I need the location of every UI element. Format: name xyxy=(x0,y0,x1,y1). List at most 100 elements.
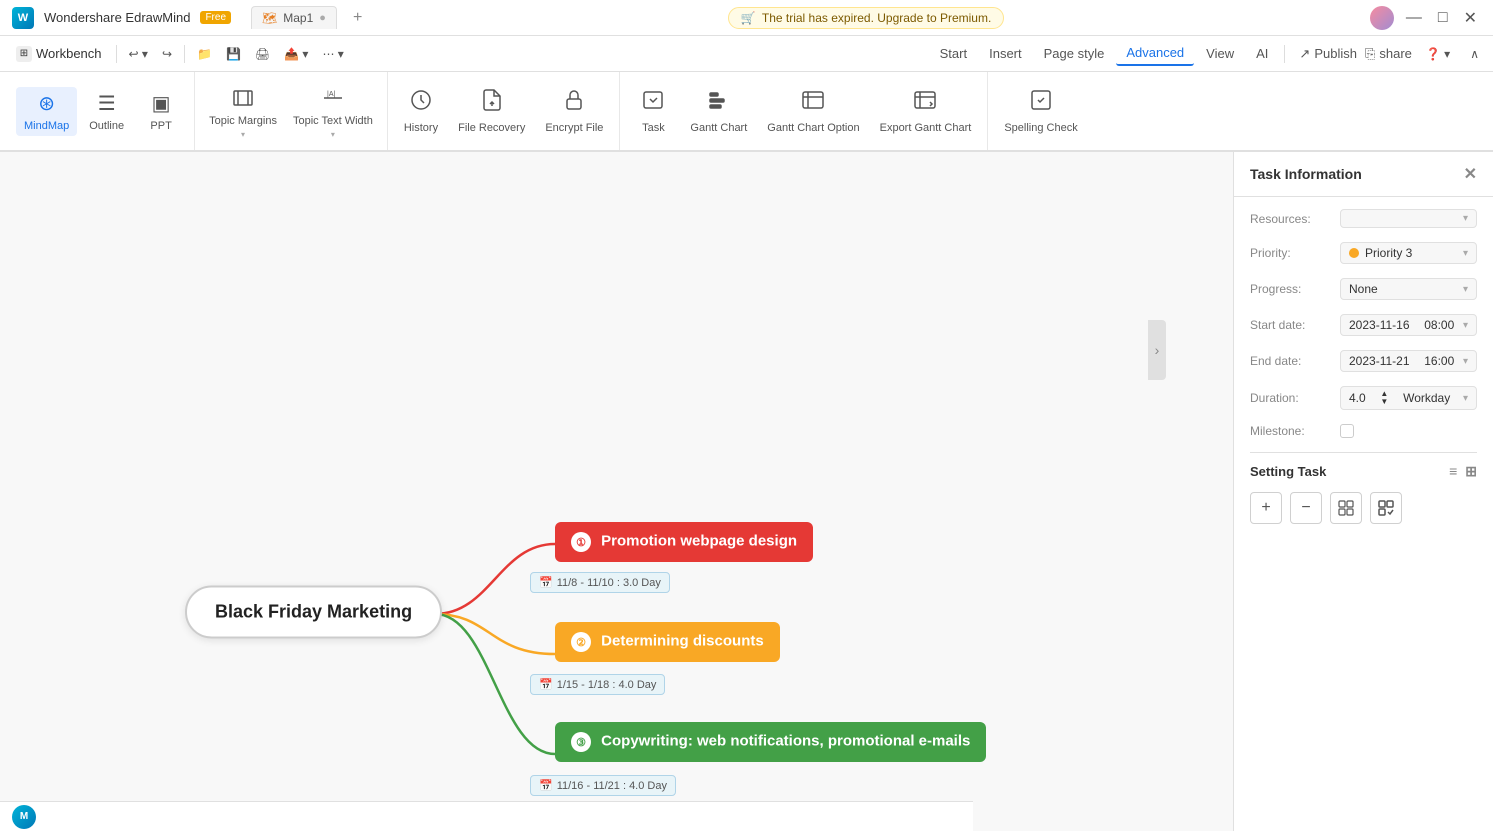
export-gantt-chart-label: Export Gantt Chart xyxy=(880,122,972,134)
task-date-label-1: 11/8 - 11/10 : 3.0 Day xyxy=(557,577,661,589)
priority-value[interactable]: Priority 3 ▾ xyxy=(1340,242,1477,264)
setting-task-add-btn[interactable]: + xyxy=(1250,492,1282,524)
more-btn[interactable]: ⋯ ▾ xyxy=(316,44,349,64)
task-label-3: Copywriting: web notifications, promotio… xyxy=(601,733,970,750)
priority-chevron: ▾ xyxy=(1463,248,1468,259)
gantt-chart-option-btn[interactable]: Gantt Chart Option xyxy=(759,84,867,138)
close-btn[interactable]: ✕ xyxy=(1460,8,1481,28)
minimize-btn[interactable]: — xyxy=(1402,9,1426,27)
panel-divider xyxy=(1250,452,1477,453)
setting-task-grid-btn[interactable] xyxy=(1330,492,1362,524)
resources-chevron: ▾ xyxy=(1463,213,1468,224)
task-label-2: Determining discounts xyxy=(601,633,764,650)
duration-value[interactable]: 4.0 ▲ ▼ Workday ▾ xyxy=(1340,386,1477,410)
print-btn[interactable]: 🖨 xyxy=(249,44,276,64)
tab-close-btn[interactable]: ● xyxy=(319,12,326,24)
milestone-label: Milestone: xyxy=(1250,424,1340,438)
file-ops-group: History File Recovery Encrypt File xyxy=(388,72,621,150)
task-node-2[interactable]: ② Determining discounts xyxy=(555,622,780,662)
end-date-label: End date: xyxy=(1250,354,1340,368)
bottom-bar: M xyxy=(0,801,973,831)
nav-advanced[interactable]: Advanced xyxy=(1116,41,1194,66)
resources-label: Resources: xyxy=(1250,212,1340,226)
view-mode-group: ⊛ MindMap ☰ Outline ▣ PPT xyxy=(8,72,195,150)
central-node[interactable]: Black Friday Marketing xyxy=(185,586,442,639)
help-btn[interactable]: ❓ ▾ xyxy=(1420,44,1456,64)
maximize-btn[interactable]: □ xyxy=(1434,9,1452,27)
setting-task-remove-btn[interactable]: − xyxy=(1290,492,1322,524)
topic-margins-label: Topic Margins xyxy=(209,115,277,127)
task-label-1: Promotion webpage design xyxy=(601,533,797,550)
workbench-btn[interactable]: ⊞ Workbench xyxy=(8,42,110,66)
resources-row: Resources: ▾ xyxy=(1250,209,1477,228)
file-recovery-label: File Recovery xyxy=(458,122,525,134)
task-node-1[interactable]: ① Promotion webpage design xyxy=(555,522,813,562)
history-btn[interactable]: History xyxy=(396,84,446,138)
encrypt-file-label: Encrypt File xyxy=(545,122,603,134)
file-recovery-btn[interactable]: File Recovery xyxy=(450,84,533,138)
calendar-icon-1: 📅 xyxy=(539,576,553,589)
start-date-chevron: ▾ xyxy=(1463,320,1468,331)
topic-margins-btn[interactable]: Topic Margins ▾ xyxy=(203,80,283,143)
title-bar: W Wondershare EdrawMind Free 🗺 Map1 ● + … xyxy=(0,0,1493,36)
gantt-chart-option-icon xyxy=(801,88,825,118)
duration-row: Duration: 4.0 ▲ ▼ Workday ▾ xyxy=(1250,386,1477,410)
nav-page-style[interactable]: Page style xyxy=(1034,42,1115,65)
nav-insert[interactable]: Insert xyxy=(979,42,1032,65)
resources-value[interactable]: ▾ xyxy=(1340,209,1477,228)
undo-btn[interactable]: ↩ ▾ xyxy=(123,44,154,64)
trial-banner[interactable]: 🛒 The trial has expired. Upgrade to Prem… xyxy=(728,7,1004,29)
publish-btn[interactable]: ↗ Publish xyxy=(1299,46,1357,62)
topic-margins-icon xyxy=(229,84,257,112)
calendar-icon-2: 📅 xyxy=(539,678,553,691)
mindmap-btn[interactable]: ⊛ MindMap xyxy=(16,87,77,136)
milestone-checkbox[interactable] xyxy=(1340,424,1354,438)
start-date-value[interactable]: 2023-11-16 08:00 ▾ xyxy=(1340,314,1477,336)
history-label: History xyxy=(404,122,438,134)
collapse-panel-btn[interactable]: › xyxy=(1148,320,1166,380)
redo-btn[interactable]: ↪ xyxy=(156,44,178,64)
save-btn[interactable]: 💾 xyxy=(220,44,247,64)
collapse-ribbon-btn[interactable]: ∧ xyxy=(1464,44,1485,64)
nav-view[interactable]: View xyxy=(1196,42,1244,65)
spelling-group: Spelling Check xyxy=(988,72,1093,150)
map-tab[interactable]: 🗺 Map1 ● xyxy=(251,6,337,29)
topic-text-width-icon: |A| xyxy=(319,84,347,112)
ppt-btn[interactable]: ▣ PPT xyxy=(136,87,186,136)
share-btn[interactable]: ⎘ share xyxy=(1365,46,1412,62)
encrypt-file-btn[interactable]: Encrypt File xyxy=(537,84,611,138)
progress-value[interactable]: None ▾ xyxy=(1340,278,1477,300)
setting-task-icon-2[interactable]: ⊞ xyxy=(1465,463,1477,480)
gantt-group: Task Gantt Chart Gantt Chart Option xyxy=(620,72,988,150)
gantt-chart-icon xyxy=(707,88,731,118)
task-node-3[interactable]: ③ Copywriting: web notifications, promot… xyxy=(555,722,986,762)
setting-task-section: Setting Task ≡ ⊞ xyxy=(1250,463,1477,480)
nav-start[interactable]: Start xyxy=(930,42,977,65)
export-btn[interactable]: 📤 ▾ xyxy=(278,44,314,64)
panel-body: Resources: ▾ Priority: Priority 3 ▾ xyxy=(1234,197,1493,831)
svg-text:|A|: |A| xyxy=(327,91,335,98)
open-btn[interactable]: 📁 xyxy=(191,44,218,64)
gantt-chart-btn[interactable]: Gantt Chart xyxy=(682,84,755,138)
user-avatar[interactable] xyxy=(1370,6,1394,30)
canvas[interactable]: Black Friday Marketing ① Promotion webpa… xyxy=(0,152,1233,831)
tab-name: Map1 xyxy=(283,11,313,25)
outline-btn[interactable]: ☰ Outline xyxy=(81,87,132,136)
setting-task-icon-1[interactable]: ≡ xyxy=(1449,463,1457,480)
calendar-icon-3: 📅 xyxy=(539,779,553,792)
duration-label: Duration: xyxy=(1250,391,1340,405)
topic-text-width-btn[interactable]: |A| Topic Text Width ▾ xyxy=(287,80,379,143)
menu-right: ↗ Publish ⎘ share ❓ ▾ ∧ xyxy=(1299,44,1485,64)
task-btn[interactable]: Task xyxy=(628,84,678,138)
end-date-value[interactable]: 2023-11-21 16:00 ▾ xyxy=(1340,350,1477,372)
export-gantt-chart-btn[interactable]: Export Gantt Chart xyxy=(872,84,980,138)
progress-text: None xyxy=(1349,282,1378,296)
panel-close-btn[interactable]: ✕ xyxy=(1464,164,1477,184)
tab-add-btn[interactable]: + xyxy=(353,9,362,27)
nav-ai[interactable]: AI xyxy=(1246,42,1278,65)
history-icon xyxy=(409,88,433,118)
spelling-check-btn[interactable]: Spelling Check xyxy=(996,84,1085,138)
duration-stepper[interactable]: ▲ ▼ xyxy=(1380,390,1388,406)
setting-task-check-btn[interactable] xyxy=(1370,492,1402,524)
main-area: Black Friday Marketing ① Promotion webpa… xyxy=(0,152,1493,831)
